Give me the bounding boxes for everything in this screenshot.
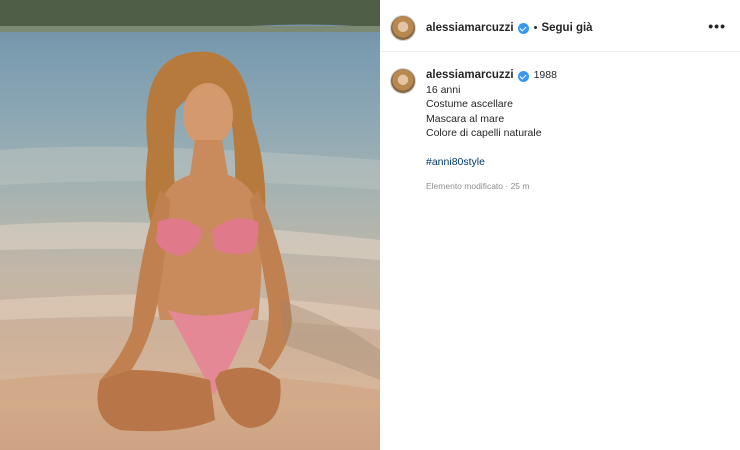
post-caption: alessiamarcuzzi 1988 16 anni Costume asc… (390, 68, 730, 194)
post-username[interactable]: alessiamarcuzzi (426, 22, 514, 34)
caption-avatar[interactable] (390, 68, 416, 94)
caption-line: Colore di capelli naturale (426, 127, 542, 139)
caption-line: Costume ascellare (426, 98, 513, 110)
post-header: alessiamarcuzzi • Segui già ••• (380, 4, 740, 52)
caption-head: alessiamarcuzzi 1988 (426, 68, 557, 83)
caption-first-line: 1988 (533, 69, 557, 81)
caption-body: alessiamarcuzzi 1988 16 anni Costume asc… (426, 68, 557, 194)
verified-badge-icon (517, 23, 529, 34)
photo-illustration (0, 0, 380, 450)
follow-button[interactable]: Segui già (541, 22, 592, 34)
more-horizontal-icon[interactable]: ••• (708, 18, 726, 34)
post-photo[interactable] (0, 0, 380, 450)
post-sidebar: alessiamarcuzzi • Segui già ••• alessiam… (380, 0, 740, 450)
separator-dot: • (533, 21, 538, 34)
edited-timestamp: Elemento modificato · 25 m (426, 181, 530, 191)
caption-username[interactable]: alessiamarcuzzi (426, 68, 514, 83)
caption-line: Mascara al mare (426, 112, 505, 125)
avatar[interactable] (390, 14, 416, 41)
hashtag-link[interactable]: #anni80style (426, 155, 557, 170)
verified-badge-icon (517, 70, 529, 82)
caption-line: 16 anni (426, 83, 461, 96)
